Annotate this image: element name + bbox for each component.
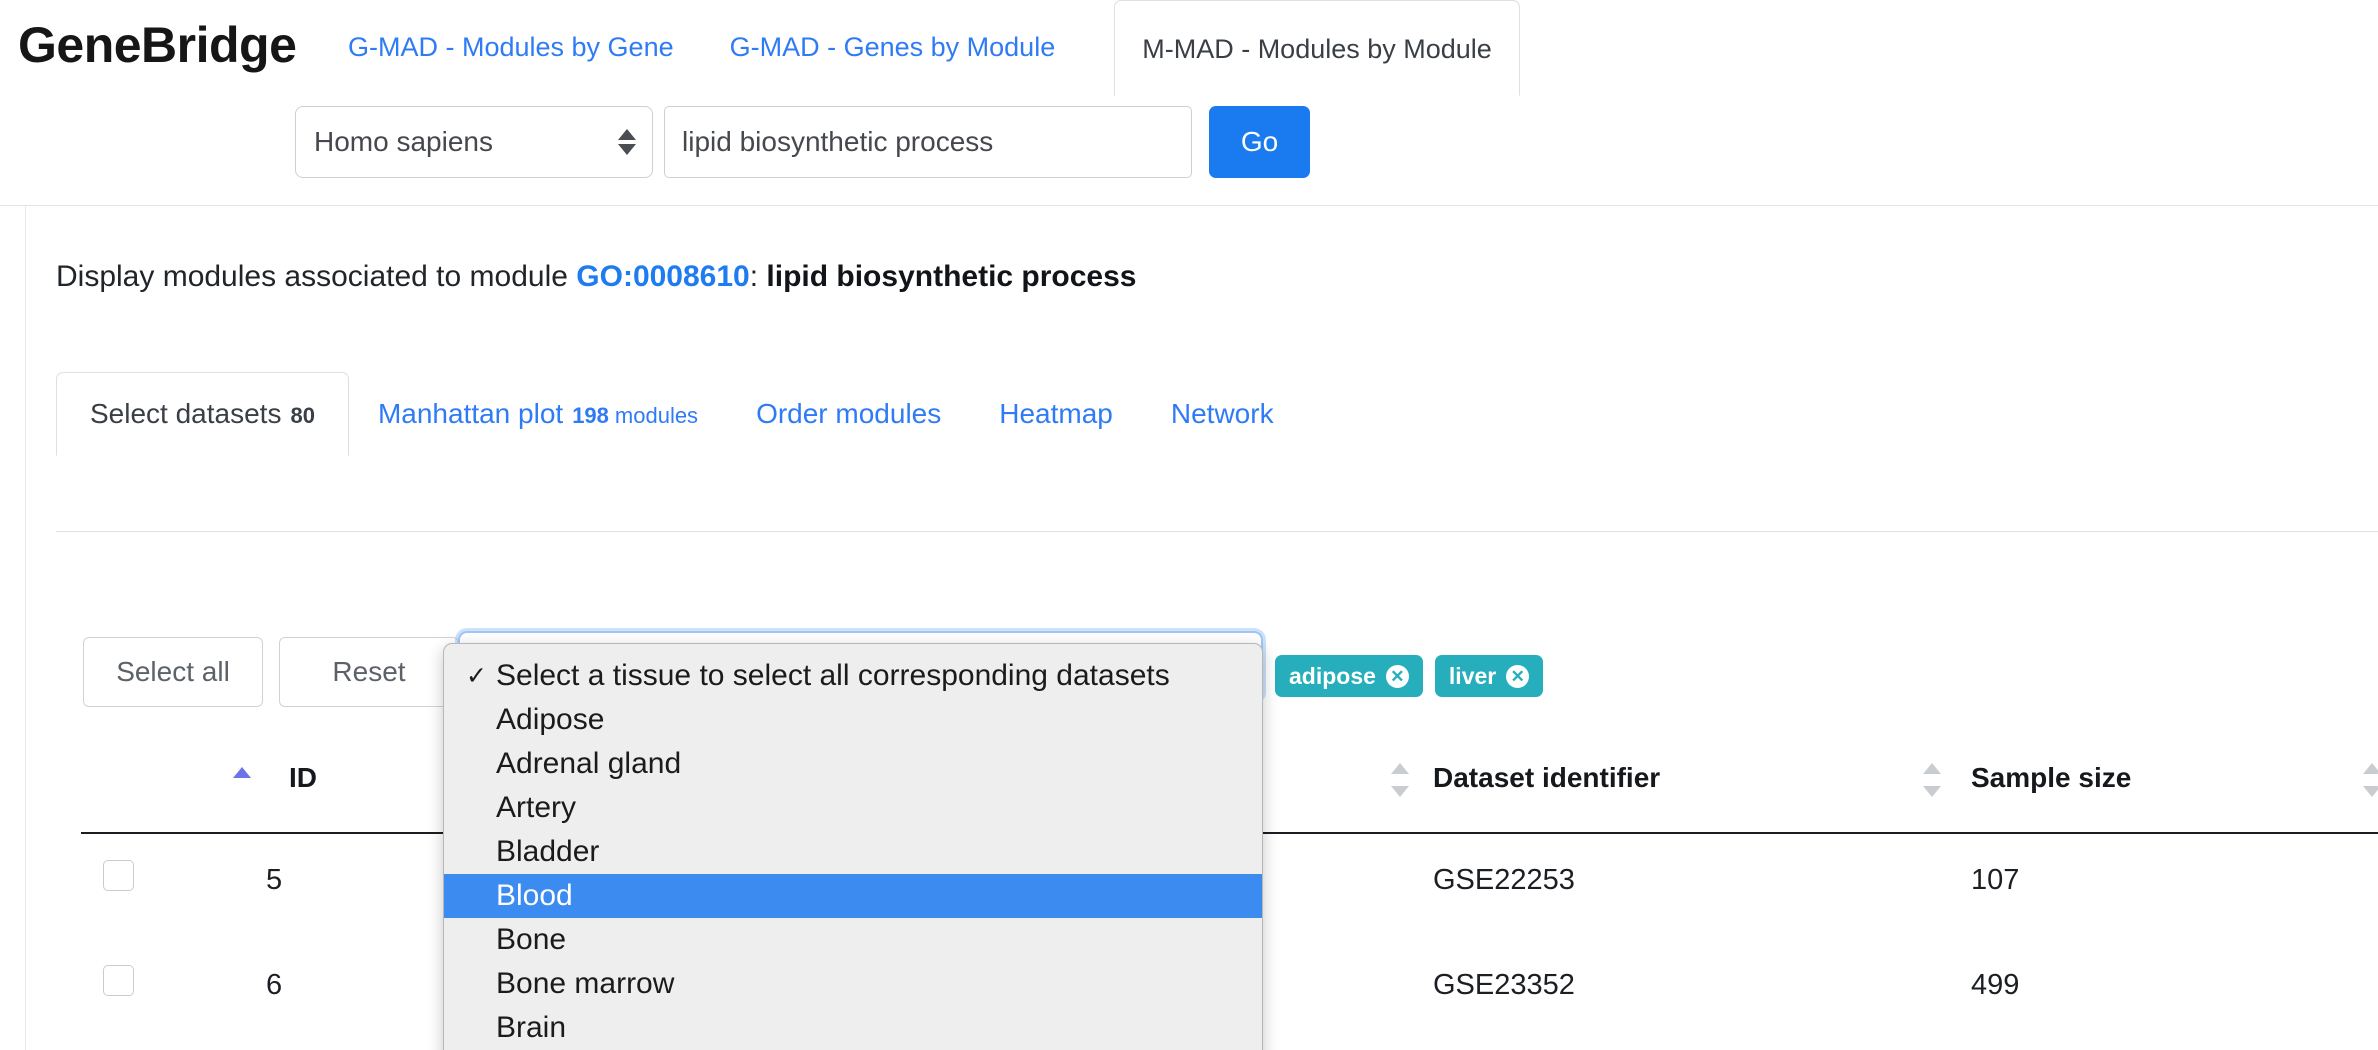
- tissue-option-bone-marrow[interactable]: Bone marrow: [444, 962, 1262, 1006]
- subtab-select-datasets-count: 80: [290, 403, 315, 429]
- species-select-value: Homo sapiens: [314, 126, 493, 157]
- sort-indicator-sample-size[interactable]: [2363, 763, 2378, 797]
- remove-tissue-adipose-icon[interactable]: ✕: [1385, 664, 1409, 688]
- tissue-option-blood[interactable]: Blood: [444, 874, 1262, 918]
- cell-dataset: GSE22253: [1433, 864, 1575, 896]
- subtab-manhattan-plot[interactable]: Manhattan plot 198 modules: [349, 372, 727, 456]
- tissue-option-label: Bone marrow: [496, 967, 675, 1000]
- tab-gmad-genes-by-module[interactable]: G-MAD - Genes by Module: [702, 0, 1084, 88]
- reset-button[interactable]: Reset: [279, 637, 459, 707]
- app-root: GeneBridge G-MAD - Modules by Gene G-MAD…: [0, 0, 2378, 1050]
- display-prefix-text: Display modules associated to module: [56, 260, 577, 293]
- tissue-option-label: Blood: [496, 879, 573, 912]
- app-brand-title: GeneBridge: [18, 17, 297, 73]
- sort-indicator-id[interactable]: [233, 767, 251, 801]
- tissue-option-label: Bladder: [496, 835, 600, 868]
- tissue-dropdown-list[interactable]: ✓ Select a tissue to select all correspo…: [443, 643, 1263, 1050]
- tissue-badge-liver[interactable]: liver ✕: [1434, 655, 1544, 697]
- subtab-network-label: Network: [1170, 398, 1274, 430]
- row-checkbox[interactable]: [103, 965, 134, 996]
- subtab-order-modules[interactable]: Order modules: [727, 372, 970, 456]
- tab-mmad-modules-by-module[interactable]: M-MAD - Modules by Module: [1114, 0, 1520, 97]
- tissue-option-label: Adipose: [496, 703, 605, 736]
- app-header: GeneBridge G-MAD - Modules by Gene G-MAD…: [0, 0, 2378, 206]
- main-tab-bar: G-MAD - Modules by Gene G-MAD - Genes by…: [320, 0, 1520, 97]
- tissue-badge-adipose[interactable]: adipose ✕: [1275, 655, 1423, 697]
- tissue-option-placeholder[interactable]: ✓ Select a tissue to select all correspo…: [444, 654, 1262, 698]
- subtab-manhattan-plot-unit: modules: [614, 403, 699, 429]
- display-separator: :: [749, 260, 767, 293]
- dataset-controls: Select all Reset: [83, 637, 459, 707]
- column-header-id[interactable]: ID: [289, 762, 317, 794]
- tissue-option-brain[interactable]: Brain: [444, 1006, 1262, 1050]
- sort-indicator-name[interactable]: [1391, 763, 1409, 797]
- subtab-heatmap[interactable]: Heatmap: [970, 372, 1142, 456]
- subtab-network[interactable]: Network: [1142, 372, 1303, 456]
- tissue-option-label: Artery: [496, 791, 577, 824]
- selected-tissue-badges: adipose ✕ liver ✕: [1275, 655, 1544, 697]
- check-icon: ✓: [466, 661, 487, 690]
- sort-indicator-dataset-identifier[interactable]: [1923, 763, 1941, 797]
- tissue-option-label: Select a tissue to select all correspond…: [496, 659, 1170, 692]
- tissue-option-label: Brain: [496, 1011, 567, 1044]
- go-button[interactable]: Go: [1209, 106, 1310, 178]
- subtab-select-datasets[interactable]: Select datasets 80: [56, 372, 349, 456]
- tissue-option-label: Adrenal gland: [496, 747, 682, 780]
- module-description-line: Display modules associated to module GO:…: [56, 260, 1136, 294]
- tissue-option-bladder[interactable]: Bladder: [444, 830, 1262, 874]
- cell-id: 5: [266, 864, 283, 896]
- subtab-underline: [56, 531, 2378, 532]
- tissue-option-bone[interactable]: Bone: [444, 918, 1262, 962]
- tissue-option-label: Bone: [496, 923, 567, 956]
- species-select[interactable]: Homo sapiens: [295, 106, 653, 178]
- subtab-heatmap-label: Heatmap: [999, 398, 1113, 430]
- column-header-sample-size[interactable]: Sample size: [1971, 762, 2131, 794]
- tab-gmad-modules-by-gene[interactable]: G-MAD - Modules by Gene: [320, 0, 702, 88]
- tissue-badge-adipose-label: adipose: [1289, 662, 1376, 689]
- cell-sample: 107: [1971, 864, 2020, 896]
- select-all-button[interactable]: Select all: [83, 637, 263, 707]
- row-checkbox[interactable]: [103, 860, 134, 891]
- subtab-manhattan-plot-count: 198: [572, 403, 609, 429]
- tissue-option-adipose[interactable]: Adipose: [444, 698, 1262, 742]
- module-query-input[interactable]: [664, 106, 1192, 178]
- column-header-dataset-identifier[interactable]: Dataset identifier: [1433, 762, 1660, 794]
- subtab-manhattan-plot-label: Manhattan plot: [377, 398, 564, 430]
- subtab-order-modules-label: Order modules: [756, 398, 942, 430]
- module-name-text: lipid biosynthetic process: [766, 260, 1137, 293]
- go-id-link[interactable]: GO:0008610: [576, 260, 749, 293]
- stepper-arrows-icon: [618, 129, 636, 155]
- subtab-select-datasets-label: Select datasets: [90, 398, 282, 430]
- remove-tissue-liver-icon[interactable]: ✕: [1506, 664, 1530, 688]
- tissue-option-adrenal-gland[interactable]: Adrenal gland: [444, 742, 1262, 786]
- tissue-badge-liver-label: liver: [1448, 662, 1497, 689]
- cell-sample: 499: [1971, 969, 2020, 1001]
- tissue-option-artery[interactable]: Artery: [444, 786, 1262, 830]
- search-controls: Homo sapiens Go: [295, 106, 1310, 178]
- cell-dataset: GSE23352: [1433, 969, 1575, 1001]
- cell-id: 6: [266, 969, 283, 1001]
- results-panel: Display modules associated to module GO:…: [25, 206, 2378, 1050]
